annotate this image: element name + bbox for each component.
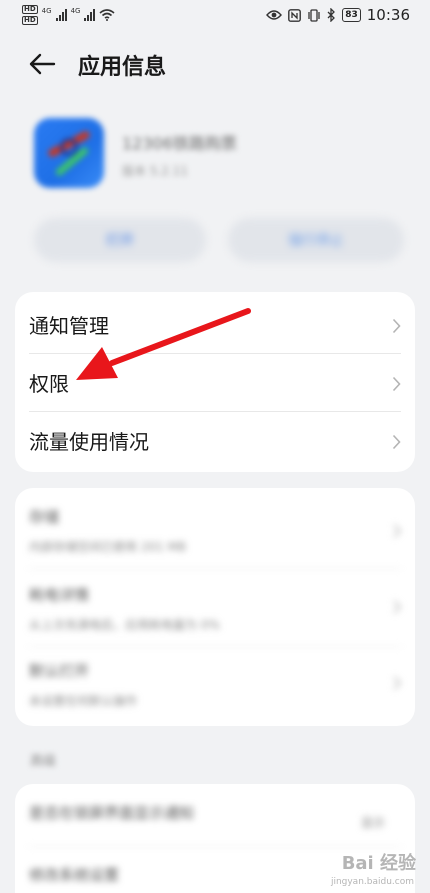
vibrate-icon xyxy=(308,8,320,22)
hd-tag-sim1: HD xyxy=(22,5,38,14)
status-time: 10:36 xyxy=(366,6,410,24)
bluetooth-icon xyxy=(327,8,336,22)
default-open-subtitle: 未设置任何默认操作 xyxy=(29,694,138,708)
settings-item-data-usage[interactable]: 流量使用情况 xyxy=(15,412,415,470)
signal-icon-2 xyxy=(84,9,96,21)
eye-icon xyxy=(266,10,283,20)
section-label-advanced: 高级 xyxy=(30,754,57,769)
hd-tags: HD HD xyxy=(22,5,38,25)
page-title: 应用信息 xyxy=(78,55,167,80)
chevron-right-icon xyxy=(392,376,401,392)
chevron-right-icon xyxy=(393,600,401,614)
force-stop-button[interactable]: 强行停止 xyxy=(228,218,404,262)
title-bar: 应用信息 xyxy=(0,40,430,88)
back-arrow-icon[interactable] xyxy=(28,52,56,76)
status-right: 83 10:36 xyxy=(266,6,410,24)
app-version: 版本 5.2.11 xyxy=(122,164,188,178)
settings-item-label: 流量使用情况 xyxy=(29,430,149,454)
default-open-title[interactable]: 默认打开 xyxy=(29,660,89,681)
nfc-icon xyxy=(288,8,302,22)
app-logo-icon xyxy=(34,118,104,188)
lockscreen-notification-title[interactable]: 是否在锁屏界面显示通知 xyxy=(29,802,194,823)
network-type-1: 4G xyxy=(41,7,52,15)
signal-icon xyxy=(55,9,67,21)
details-card-content: 存储 内部存储空间已使用 201 MB 耗电详情 从上次充满电后，应用耗电量为 … xyxy=(15,488,415,726)
app-name: 12306铁路购票 xyxy=(122,134,237,153)
divider xyxy=(29,568,401,569)
watermark-logo: Bai 经验 xyxy=(341,853,416,874)
lockscreen-notification-value: 显示 xyxy=(360,816,385,830)
status-bar: HD HD 4G 4G 83 10:36 xyxy=(0,0,430,34)
network-type-2: 4G xyxy=(70,7,81,15)
details-card: 存储 内部存储空间已使用 201 MB 耗电详情 从上次充满电后，应用耗电量为 … xyxy=(15,488,415,726)
status-left: HD HD 4G 4G xyxy=(22,5,115,25)
battery-usage-title[interactable]: 耗电详情 xyxy=(29,584,89,605)
settings-item-label: 通知管理 xyxy=(29,314,109,338)
modify-system-settings-title[interactable]: 修改系统设置 xyxy=(29,864,119,885)
chevron-right-icon xyxy=(393,676,401,690)
storage-title[interactable]: 存储 xyxy=(29,506,59,527)
battery-usage-subtitle: 从上次充满电后，应用耗电量为 0% xyxy=(29,618,220,632)
chevron-right-icon xyxy=(392,318,401,334)
divider xyxy=(29,646,401,647)
battery-icon: 83 xyxy=(342,8,361,22)
divider xyxy=(29,846,401,847)
chevron-right-icon xyxy=(393,524,401,538)
action-row: 打开 强行停止 xyxy=(34,218,404,262)
hd-tag-sim2: HD xyxy=(22,16,38,25)
watermark-url: jingyan.baidu.com xyxy=(330,877,414,887)
settings-card: 通知管理 权限 流量使用情况 xyxy=(15,292,415,472)
storage-subtitle: 内部存储空间已使用 201 MB xyxy=(29,540,187,554)
settings-item-label: 权限 xyxy=(29,372,69,396)
wifi-icon xyxy=(99,9,115,21)
open-button[interactable]: 打开 xyxy=(34,218,206,262)
settings-item-permissions[interactable]: 权限 xyxy=(15,354,415,412)
app-header: 12306铁路购票 版本 5.2.11 xyxy=(34,118,414,193)
settings-item-notifications[interactable]: 通知管理 xyxy=(15,296,415,354)
chevron-right-icon xyxy=(392,434,401,450)
